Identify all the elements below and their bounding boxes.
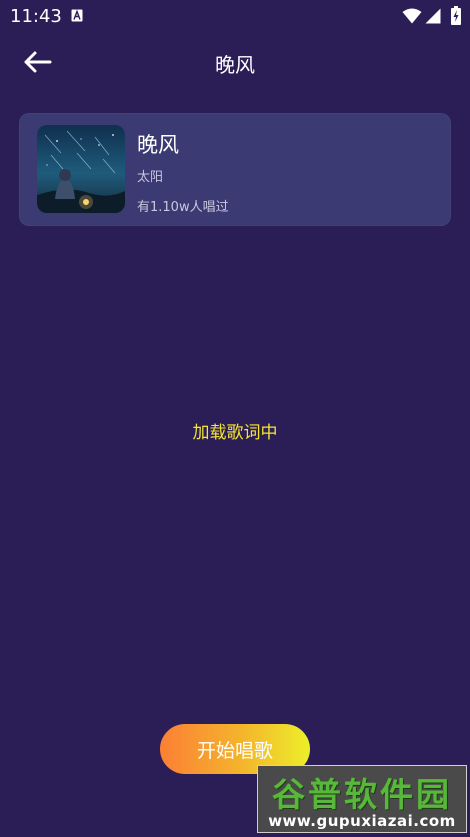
- song-artist: 太阳: [137, 170, 164, 185]
- watermark-url: www.gupuxiazai.com: [268, 812, 456, 830]
- song-card: 晚风 太阳 有1.10w人唱过: [19, 113, 451, 226]
- text-a-icon: [71, 9, 83, 22]
- song-cover-image: [37, 125, 125, 213]
- sung-count: 有1.10w人唱过: [137, 200, 229, 215]
- watermark: 谷普软件园 www.gupuxiazai.com: [257, 765, 467, 833]
- wifi-icon: [402, 8, 422, 24]
- status-time: 11:43: [10, 6, 62, 27]
- song-title: 晚风: [137, 133, 179, 157]
- app-bar: 晚风: [0, 40, 470, 84]
- status-bar: 11:43: [0, 0, 470, 32]
- lyrics-loading-text: 加载歌词中: [192, 423, 278, 443]
- signal-icon: [425, 8, 441, 24]
- watermark-name: 谷普软件园: [272, 775, 452, 814]
- page-title: 晚风: [215, 53, 255, 77]
- battery-charging-icon: [451, 6, 461, 25]
